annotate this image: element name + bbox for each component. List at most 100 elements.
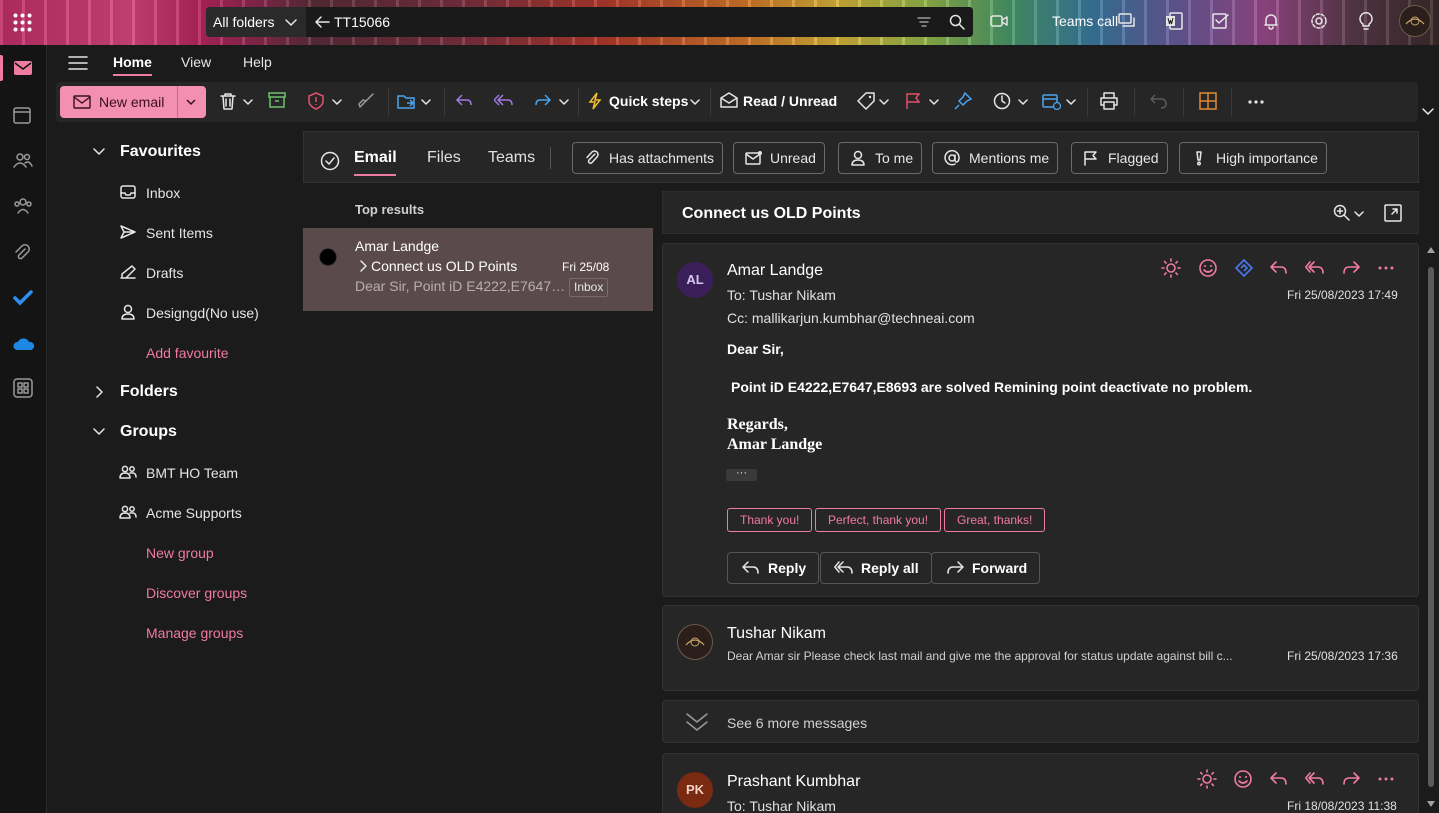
message-card-collapsed[interactable]: Tushar Nikam Dear Amar sir Please check …	[662, 605, 1419, 691]
chat-icon[interactable]	[1118, 12, 1136, 30]
archive-icon[interactable]	[268, 92, 286, 108]
search-input[interactable]: TT15066	[334, 7, 390, 37]
search-button[interactable]	[941, 7, 973, 37]
gear-icon[interactable]	[1310, 12, 1328, 30]
quick-reply-suggestion[interactable]: Thank you!	[727, 508, 813, 532]
todo-icon[interactable]	[1212, 12, 1230, 30]
report-shield-icon[interactable]	[308, 92, 324, 110]
zoom-dropdown-icon[interactable]	[1354, 210, 1364, 218]
pin-icon[interactable]	[954, 92, 972, 110]
ribbon-collapse-icon[interactable]	[1421, 107, 1435, 117]
chevron-down-icon[interactable]	[93, 147, 105, 157]
move-to-folder-icon[interactable]	[397, 92, 417, 110]
more-apps-icon[interactable]	[13, 378, 33, 398]
rules-icon[interactable]	[1042, 92, 1062, 110]
avatar[interactable]	[677, 624, 713, 660]
delete-dropdown-icon[interactable]	[243, 98, 253, 106]
chip-high-importance[interactable]: High importance	[1179, 142, 1327, 174]
manage-groups-link[interactable]: Manage groups	[146, 625, 243, 641]
reply-button[interactable]: Reply	[727, 552, 820, 584]
group-bmt-ho-team[interactable]: BMT HO Team	[146, 465, 238, 481]
more-options-icon[interactable]	[1247, 99, 1265, 105]
hamburger-menu-icon[interactable]	[68, 55, 88, 71]
open-in-new-window-icon[interactable]	[1384, 204, 1402, 222]
tab-home[interactable]: Home	[113, 54, 152, 70]
search-scope-dropdown[interactable]: All folders	[206, 7, 306, 37]
groups-icon[interactable]	[13, 197, 33, 215]
apps-grid-icon[interactable]	[1199, 92, 1217, 110]
message-sender[interactable]: Tushar Nikam	[727, 625, 826, 643]
rules-dropdown-icon[interactable]	[1066, 98, 1076, 106]
read-unread-button[interactable]: Read / Unread	[743, 93, 837, 109]
tab-files[interactable]: Files	[427, 149, 461, 167]
more-actions-icon[interactable]	[1377, 776, 1395, 782]
quick-steps-button[interactable]: Quick steps	[609, 93, 688, 109]
word-icon[interactable]	[1165, 12, 1183, 30]
forward-icon[interactable]	[534, 92, 552, 108]
reply-all-button[interactable]: Reply all	[820, 552, 932, 584]
app-launcher-icon[interactable]	[13, 13, 32, 32]
snooze-clock-icon[interactable]	[993, 92, 1011, 110]
flag-dropdown-icon[interactable]	[929, 98, 939, 106]
mail-icon[interactable]	[13, 60, 33, 76]
emoji-reaction-icon[interactable]	[1198, 258, 1218, 278]
emoji-reaction-icon[interactable]	[1233, 769, 1253, 789]
add-favourite-link[interactable]: Add favourite	[146, 345, 229, 361]
lightning-icon[interactable]	[588, 92, 602, 110]
bell-icon[interactable]	[1262, 12, 1280, 30]
reply-icon[interactable]	[1269, 770, 1289, 788]
new-email-button[interactable]: New email	[60, 86, 206, 118]
zoom-icon[interactable]	[1333, 204, 1351, 222]
folders-header[interactable]: Folders	[120, 383, 178, 401]
quick-reply-suggestion[interactable]: Perfect, thank you!	[815, 508, 942, 532]
profile-avatar[interactable]	[1399, 5, 1431, 37]
chip-to-me[interactable]: To me	[838, 142, 923, 174]
sweep-broom-icon[interactable]	[357, 92, 375, 110]
chip-has-attachments[interactable]: Has attachments	[572, 142, 724, 174]
sun-icon[interactable]	[1161, 258, 1181, 278]
favourites-header[interactable]: Favourites	[120, 143, 201, 161]
calendar-icon[interactable]	[13, 106, 31, 124]
folder-designgd[interactable]: Designgd(No use)	[146, 305, 259, 321]
select-radio-icon[interactable]	[319, 248, 337, 266]
filter-icon[interactable]	[917, 15, 931, 29]
video-camera-icon[interactable]	[990, 14, 1008, 28]
report-dropdown-icon[interactable]	[332, 98, 342, 106]
scroll-thumb[interactable]	[1428, 267, 1434, 787]
scroll-up-icon[interactable]	[1427, 247, 1435, 253]
reply-all-icon[interactable]	[494, 92, 514, 108]
print-icon[interactable]	[1100, 92, 1118, 110]
tab-help[interactable]: Help	[243, 54, 272, 70]
group-acme-supports[interactable]: Acme Supports	[146, 505, 242, 521]
folder-inbox[interactable]: Inbox	[146, 185, 180, 201]
groups-header[interactable]: Groups	[120, 423, 177, 441]
quick-steps-dropdown-icon[interactable]	[690, 98, 700, 106]
loop-icon[interactable]	[1234, 258, 1254, 278]
more-actions-icon[interactable]	[1377, 265, 1395, 271]
new-group-link[interactable]: New group	[146, 545, 214, 561]
tag-icon[interactable]	[857, 92, 875, 110]
tab-teams[interactable]: Teams	[488, 149, 535, 167]
new-email-dropdown-icon[interactable]	[185, 96, 197, 108]
avatar[interactable]: PK	[677, 772, 713, 808]
snooze-dropdown-icon[interactable]	[1018, 98, 1028, 106]
message-sender[interactable]: Amar Landge	[727, 262, 823, 280]
envelope-open-icon[interactable]	[720, 92, 738, 108]
undo-icon[interactable]	[1150, 92, 1168, 110]
quick-reply-suggestion[interactable]: Great, thanks!	[944, 508, 1046, 532]
chip-unread[interactable]: Unread	[733, 142, 825, 174]
list-item[interactable]: Amar Landge Connect us OLD Points Fri 25…	[303, 228, 653, 311]
discover-groups-link[interactable]: Discover groups	[146, 585, 247, 601]
people-icon[interactable]	[13, 152, 33, 168]
message-sender[interactable]: Prashant Kumbhar	[727, 773, 860, 791]
tab-view[interactable]: View	[181, 54, 211, 70]
sun-icon[interactable]	[1197, 769, 1217, 789]
flag-icon[interactable]	[905, 92, 921, 110]
reply-all-icon[interactable]	[1305, 259, 1325, 277]
avatar[interactable]: AL	[677, 262, 713, 298]
scroll-down-icon[interactable]	[1427, 801, 1435, 807]
teams-call-button[interactable]: Teams call	[1052, 0, 1118, 42]
tag-dropdown-icon[interactable]	[879, 98, 889, 106]
onedrive-icon[interactable]	[13, 337, 35, 351]
move-dropdown-icon[interactable]	[421, 98, 431, 106]
